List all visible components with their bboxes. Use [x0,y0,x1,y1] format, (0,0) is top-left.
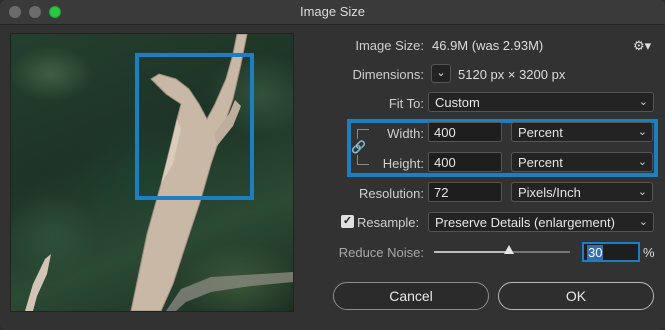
chevron-down-icon: ⌄ [637,186,647,198]
percent-unit: % [643,245,655,260]
image-size-value: 46.9M (was 2.93M) [432,38,544,53]
image-size-label: Image Size: [355,38,424,53]
chevron-down-icon[interactable]: ⌄ [431,64,451,83]
reduce-noise-label: Reduce Noise: [338,245,424,260]
dimensions-label: Dimensions: [352,67,424,82]
width-input[interactable]: 400 [428,122,502,142]
zoom-selection-box[interactable] [135,53,254,200]
height-unit-select[interactable]: Percent ⌄ [511,152,653,172]
width-unit-select[interactable]: Percent ⌄ [511,122,653,142]
dimensions-value: 5120 px × 3200 px [458,67,566,82]
reduce-noise-input[interactable]: 30 [582,242,640,262]
fit-to-select[interactable]: Custom ⌄ [428,92,654,112]
resolution-input[interactable]: 72 [428,182,502,202]
title-bar: Image Size [0,0,665,25]
resample-method-select[interactable]: Preserve Details (enlargement) ⌄ [428,212,654,232]
height-unit-value: Percent [518,155,563,170]
window-title: Image Size [299,4,366,19]
reduce-noise-slider[interactable] [434,245,570,254]
chain-link-icon[interactable]: 🔗 [351,139,366,155]
height-input[interactable]: 400 [428,152,502,172]
image-preview[interactable] [10,33,294,312]
chevron-down-icon: ⌄ [638,96,648,108]
chevron-down-icon: ⌄ [638,216,648,228]
ok-button[interactable]: OK [498,282,654,310]
height-label: Height: [382,156,424,171]
width-label: Width: [387,126,424,141]
chevron-down-icon: ⌄ [637,156,647,168]
image-size-dialog: Image Size Image Size: 46.9M (was 2.93M)… [0,0,665,330]
resample-label: Resample: [357,215,420,230]
resolution-unit-select[interactable]: Pixels/Inch ⌄ [511,182,653,202]
resample-checkbox[interactable]: ✓ [341,215,354,228]
fit-to-label: Fit To: [388,96,424,111]
resolution-label: Resolution: [358,186,424,201]
fit-to-value: Custom [435,95,480,110]
resolution-unit-value: Pixels/Inch [518,185,581,200]
cancel-button[interactable]: Cancel [333,282,489,310]
width-unit-value: Percent [518,125,563,140]
chevron-down-icon: ⌄ [637,126,647,138]
gear-icon[interactable]: ⚙▾ [633,38,651,54]
reduce-noise-value: 30 [587,245,604,260]
slider-fill [434,251,509,253]
slider-thumb[interactable] [503,245,514,254]
resample-method-value: Preserve Details (enlargement) [435,215,615,230]
